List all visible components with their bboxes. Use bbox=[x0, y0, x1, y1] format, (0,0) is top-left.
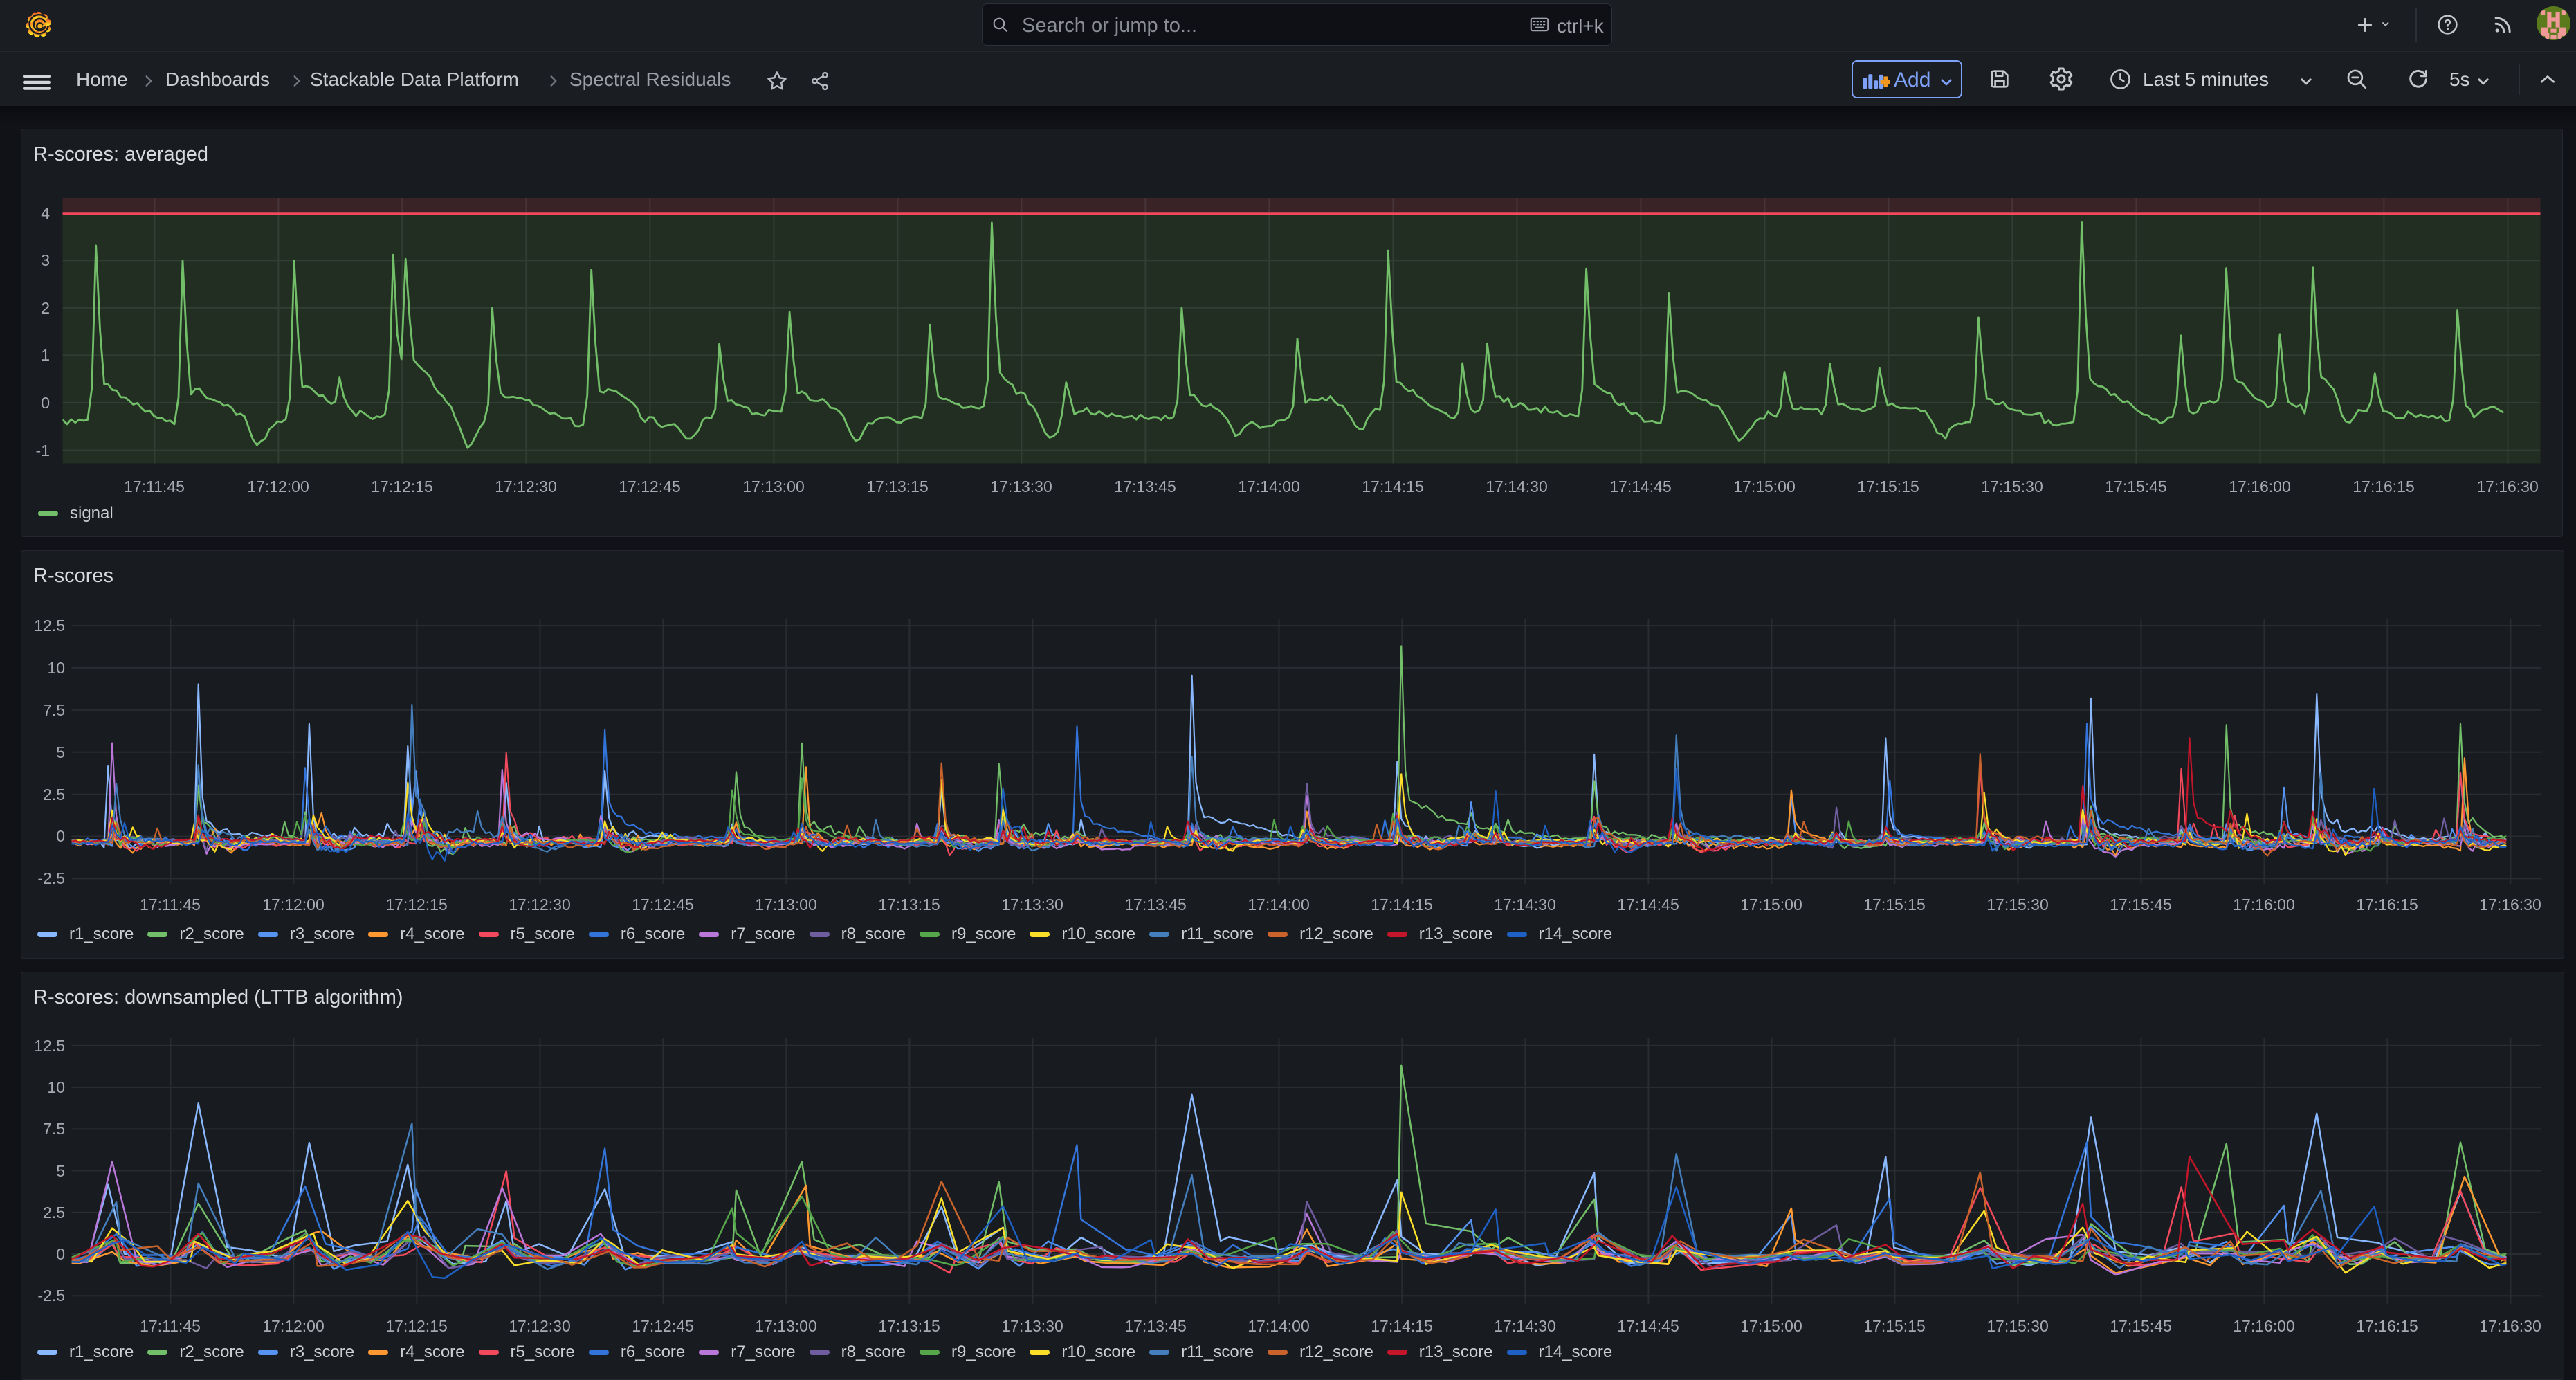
svg-text:17:13:30: 17:13:30 bbox=[1001, 896, 1063, 914]
svg-text:17:15:15: 17:15:15 bbox=[1863, 1317, 1926, 1335]
svg-text:-2.5: -2.5 bbox=[37, 869, 65, 887]
svg-text:17:14:45: 17:14:45 bbox=[1617, 896, 1679, 914]
svg-text:3: 3 bbox=[41, 251, 50, 269]
svg-text:17:16:00: 17:16:00 bbox=[2233, 1317, 2295, 1335]
svg-text:5: 5 bbox=[56, 743, 65, 761]
svg-text:17:14:45: 17:14:45 bbox=[1609, 478, 1672, 496]
svg-text:17:14:00: 17:14:00 bbox=[1248, 896, 1310, 914]
svg-text:17:15:15: 17:15:15 bbox=[1857, 478, 1919, 496]
svg-text:7.5: 7.5 bbox=[43, 701, 65, 719]
svg-text:17:15:45: 17:15:45 bbox=[2110, 1317, 2172, 1335]
svg-text:17:11:45: 17:11:45 bbox=[140, 1317, 201, 1335]
svg-text:17:14:15: 17:14:15 bbox=[1371, 896, 1433, 914]
svg-text:0: 0 bbox=[56, 827, 65, 845]
svg-text:17:13:45: 17:13:45 bbox=[1124, 1317, 1187, 1335]
svg-text:17:11:45: 17:11:45 bbox=[124, 478, 185, 496]
svg-text:17:12:00: 17:12:00 bbox=[262, 1317, 325, 1335]
svg-text:4: 4 bbox=[41, 204, 50, 222]
svg-text:10: 10 bbox=[47, 659, 65, 677]
svg-text:2: 2 bbox=[41, 299, 50, 317]
svg-text:10: 10 bbox=[47, 1078, 65, 1096]
svg-text:17:14:00: 17:14:00 bbox=[1238, 478, 1300, 496]
svg-text:17:12:30: 17:12:30 bbox=[509, 1317, 571, 1335]
svg-text:12.5: 12.5 bbox=[34, 1037, 65, 1055]
svg-text:17:16:15: 17:16:15 bbox=[2356, 1317, 2418, 1335]
svg-text:17:14:30: 17:14:30 bbox=[1494, 1317, 1556, 1335]
svg-text:17:15:00: 17:15:00 bbox=[1740, 1317, 1802, 1335]
svg-text:17:12:15: 17:12:15 bbox=[371, 478, 433, 496]
svg-text:17:13:00: 17:13:00 bbox=[742, 478, 805, 496]
svg-text:17:14:45: 17:14:45 bbox=[1617, 1317, 1679, 1335]
svg-text:17:16:30: 17:16:30 bbox=[2479, 896, 2541, 914]
svg-text:17:13:15: 17:13:15 bbox=[878, 896, 940, 914]
svg-text:-1: -1 bbox=[36, 442, 50, 460]
svg-text:17:15:30: 17:15:30 bbox=[1986, 896, 2049, 914]
svg-text:17:13:45: 17:13:45 bbox=[1124, 896, 1187, 914]
svg-text:17:11:45: 17:11:45 bbox=[140, 896, 201, 914]
svg-text:1: 1 bbox=[41, 346, 50, 364]
svg-text:-2.5: -2.5 bbox=[37, 1287, 65, 1305]
svg-text:17:13:00: 17:13:00 bbox=[755, 896, 817, 914]
svg-text:0: 0 bbox=[41, 394, 50, 412]
svg-text:17:12:30: 17:12:30 bbox=[495, 478, 557, 496]
svg-text:17:12:15: 17:12:15 bbox=[385, 1317, 448, 1335]
svg-text:17:12:30: 17:12:30 bbox=[509, 896, 571, 914]
svg-text:17:12:15: 17:12:15 bbox=[385, 896, 448, 914]
svg-text:17:12:45: 17:12:45 bbox=[632, 896, 694, 914]
svg-text:17:15:45: 17:15:45 bbox=[2110, 896, 2172, 914]
svg-text:17:16:15: 17:16:15 bbox=[2356, 896, 2418, 914]
svg-text:17:13:00: 17:13:00 bbox=[755, 1317, 817, 1335]
svg-text:17:12:45: 17:12:45 bbox=[619, 478, 681, 496]
svg-text:17:16:30: 17:16:30 bbox=[2479, 1317, 2541, 1335]
svg-text:17:12:00: 17:12:00 bbox=[262, 896, 325, 914]
svg-text:17:13:30: 17:13:30 bbox=[1001, 1317, 1063, 1335]
svg-text:17:14:30: 17:14:30 bbox=[1494, 896, 1556, 914]
svg-text:17:15:30: 17:15:30 bbox=[1981, 478, 2043, 496]
svg-text:17:12:00: 17:12:00 bbox=[247, 478, 309, 496]
svg-text:17:15:15: 17:15:15 bbox=[1863, 896, 1926, 914]
svg-text:17:16:00: 17:16:00 bbox=[2233, 896, 2295, 914]
svg-text:0: 0 bbox=[56, 1245, 65, 1263]
svg-text:2.5: 2.5 bbox=[43, 786, 65, 804]
svg-text:5: 5 bbox=[56, 1162, 65, 1180]
svg-text:17:15:00: 17:15:00 bbox=[1740, 896, 1802, 914]
svg-text:17:14:00: 17:14:00 bbox=[1248, 1317, 1310, 1335]
svg-text:17:13:15: 17:13:15 bbox=[866, 478, 929, 496]
svg-text:17:15:00: 17:15:00 bbox=[1733, 478, 1796, 496]
svg-text:17:16:15: 17:16:15 bbox=[2353, 478, 2415, 496]
svg-text:17:14:15: 17:14:15 bbox=[1362, 478, 1424, 496]
svg-text:17:16:30: 17:16:30 bbox=[2476, 478, 2539, 496]
svg-text:17:14:30: 17:14:30 bbox=[1486, 478, 1548, 496]
svg-text:17:13:30: 17:13:30 bbox=[990, 478, 1052, 496]
svg-text:17:15:45: 17:15:45 bbox=[2105, 478, 2167, 496]
svg-text:7.5: 7.5 bbox=[43, 1120, 65, 1138]
svg-text:17:15:30: 17:15:30 bbox=[1986, 1317, 2049, 1335]
svg-text:17:14:15: 17:14:15 bbox=[1371, 1317, 1433, 1335]
svg-text:12.5: 12.5 bbox=[34, 617, 65, 635]
svg-text:17:16:00: 17:16:00 bbox=[2229, 478, 2291, 496]
svg-text:17:12:45: 17:12:45 bbox=[632, 1317, 694, 1335]
svg-text:17:13:15: 17:13:15 bbox=[878, 1317, 940, 1335]
svg-text:17:13:45: 17:13:45 bbox=[1114, 478, 1176, 496]
svg-text:2.5: 2.5 bbox=[43, 1204, 65, 1222]
